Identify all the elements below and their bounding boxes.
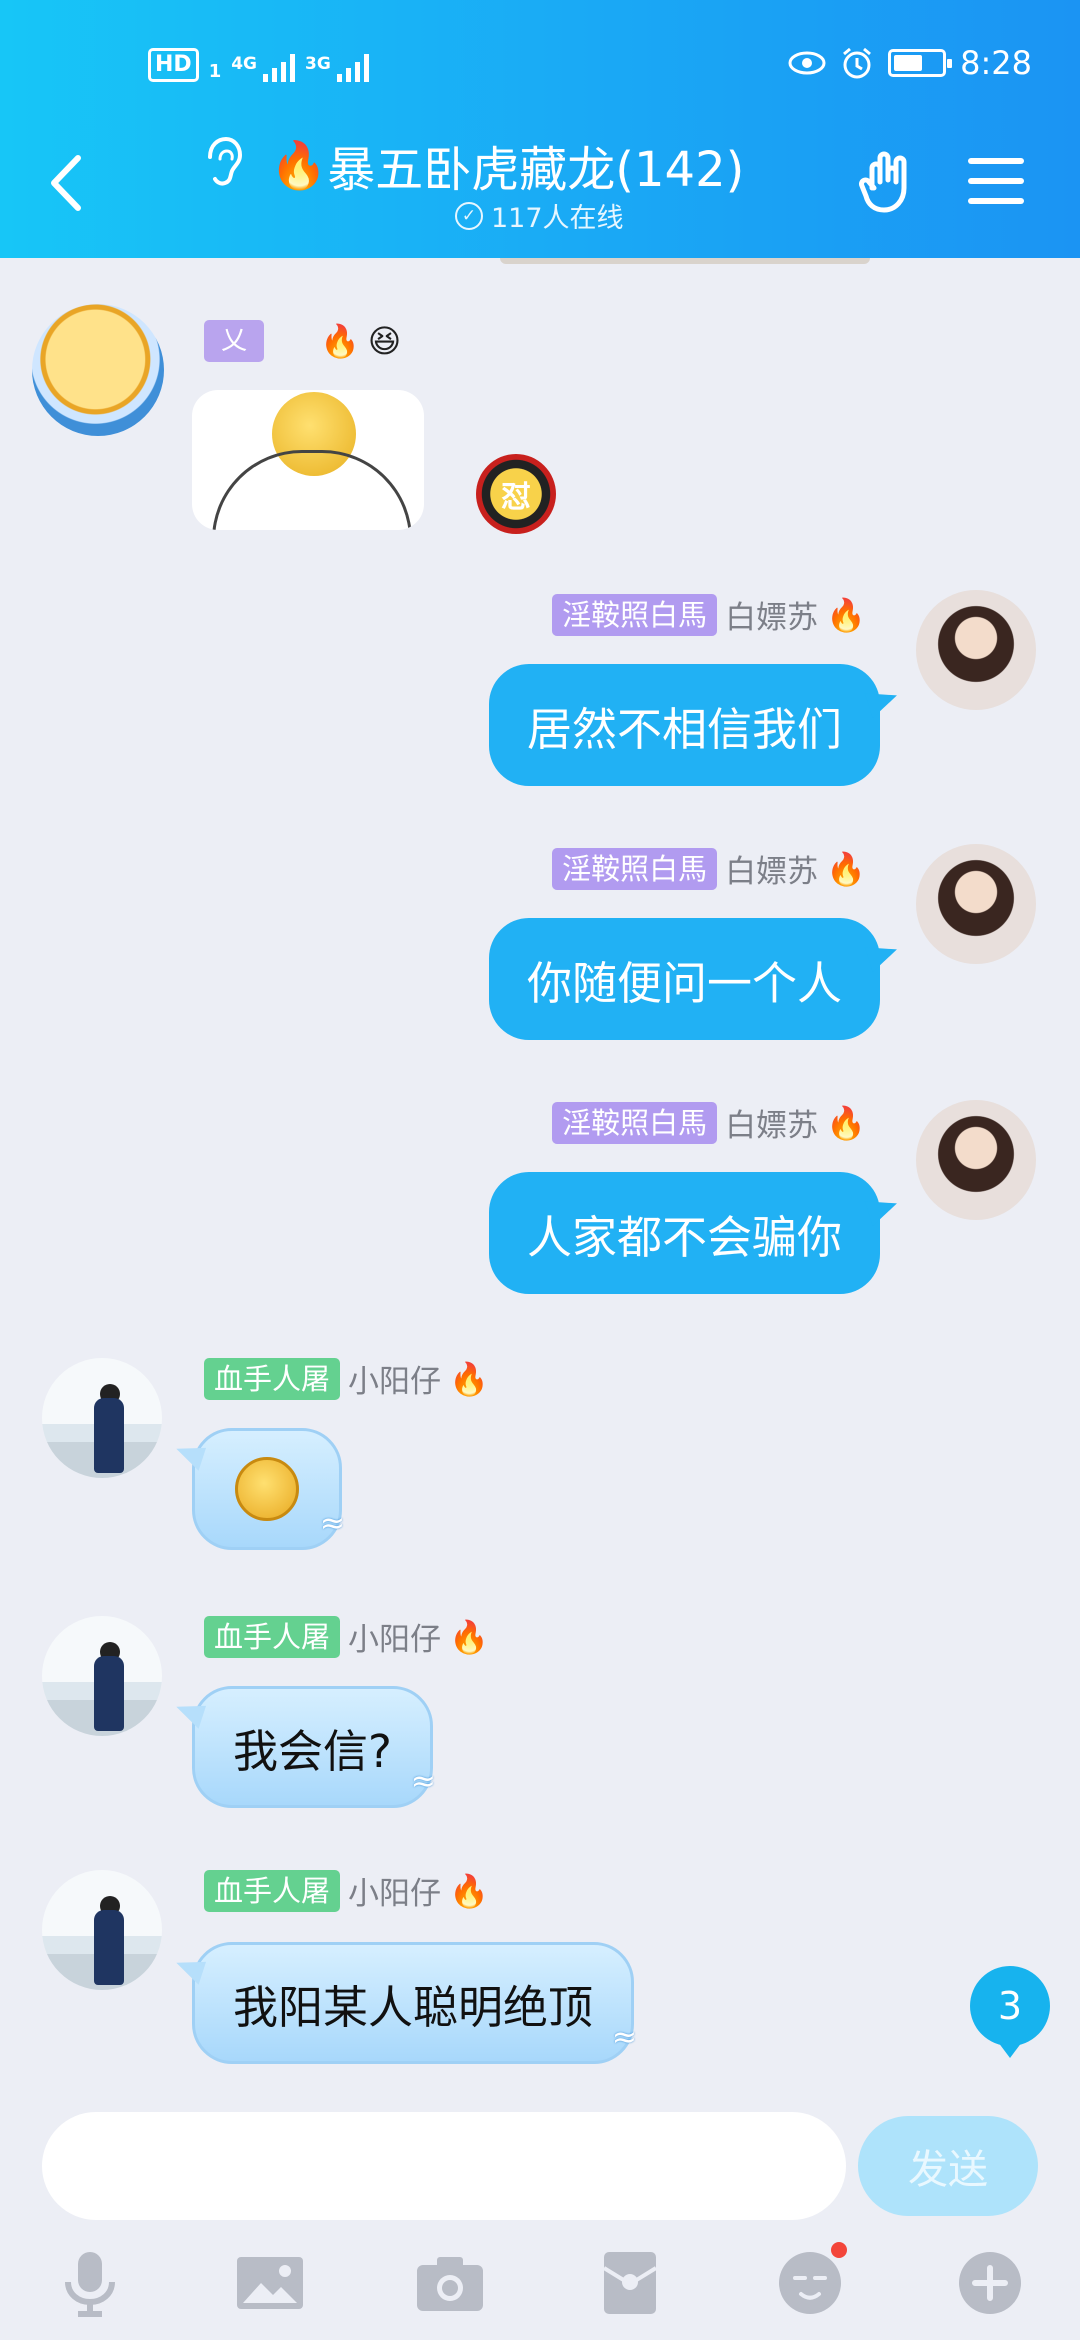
message-bubble[interactable]: 我会信? ≈ — [192, 1686, 436, 1808]
chat-messages[interactable]: 乂 🔥 😆 怼 淫鞍照白馬 白嫖苏 🔥 居然不相信我们 淫鞍照白馬 白嫖苏 🔥 … — [0, 258, 1080, 2098]
member-title-badge: 淫鞍照白馬 — [552, 847, 718, 890]
online-status[interactable]: ✓ 117人在线 — [455, 196, 624, 235]
message-bubble[interactable]: 居然不相信我们 — [488, 664, 880, 786]
fire-icon: 🔥 — [449, 1617, 489, 1656]
message-header: 血手人屠 小阳仔 🔥 — [204, 1614, 489, 1659]
message-header: 淫鞍照白馬 白嫖苏 🔥 — [552, 592, 866, 637]
wave-decoration-icon: ≈ — [319, 1506, 345, 1541]
fire-icon: 🔥 — [826, 595, 866, 634]
signal-3g-icon: 3G — [305, 54, 369, 82]
group-title[interactable]: 🔥 暴五卧虎藏龙(142) — [270, 130, 744, 200]
avatar[interactable] — [32, 304, 164, 436]
nickname: 白嫖苏 — [725, 600, 819, 636]
nickname: 白嫖苏 — [725, 854, 819, 890]
check-circle-icon: ✓ — [455, 201, 483, 230]
avatar[interactable] — [916, 590, 1036, 710]
message-header: 血手人屠 小阳仔 🔥 — [204, 1868, 489, 1913]
fire-icon: 🔥 — [320, 322, 360, 360]
avatar[interactable] — [42, 1358, 162, 1478]
nickname: 白嫖苏 — [725, 1108, 819, 1144]
mic-icon — [65, 2252, 115, 2317]
member-title-badge: 血手人屠 — [204, 1869, 341, 1912]
emoji-button[interactable] — [775, 2242, 847, 2318]
hd-indicator: HD — [148, 48, 199, 82]
message-header: 淫鞍照白馬 白嫖苏 🔥 — [552, 846, 866, 891]
message-bubble[interactable]: 你随便问一个人 — [488, 918, 880, 1040]
nickname: 小阳仔 — [348, 1364, 442, 1400]
notification-dot — [831, 2242, 847, 2258]
sim-indicator: 1 — [208, 61, 222, 82]
avatar[interactable] — [916, 1100, 1036, 1220]
nickname: 小阳仔 — [348, 1622, 442, 1658]
menu-button[interactable] — [968, 158, 1024, 204]
member-title-badge: 血手人屠 — [204, 1357, 341, 1400]
avatar[interactable] — [916, 844, 1036, 964]
fire-icon: 🔥 — [270, 137, 328, 192]
online-count: 117人在线 — [491, 203, 624, 234]
member-title-badge: 血手人屠 — [204, 1615, 341, 1658]
message-bubble[interactable]: 我阳某人聪明绝顶 ≈ — [192, 1942, 638, 2064]
eye-icon — [788, 51, 826, 75]
plus-icon — [959, 2252, 1021, 2314]
fire-icon: 🔥 — [826, 849, 866, 888]
message-header: 淫鞍照白馬 白嫖苏 🔥 — [552, 1100, 866, 1145]
member-title-badge: 淫鞍照白馬 — [552, 593, 718, 636]
member-title-badge: 乂 — [204, 320, 264, 362]
message-text: 我会信? — [233, 1724, 392, 1778]
alarm-icon — [843, 47, 872, 79]
avatar[interactable] — [42, 1616, 162, 1736]
chevron-left-icon — [51, 154, 81, 211]
status-bar: HD 1 4G 3G 8:28 — [0, 0, 1080, 132]
camera-button[interactable] — [415, 2248, 485, 2318]
message-item: 乂 🔥 😆 怼 — [0, 258, 1080, 558]
fire-icon: 🔥 — [449, 1359, 489, 1398]
message-header: 乂 🔥 😆 — [204, 320, 401, 362]
fire-icon: 🔥 — [826, 1103, 866, 1142]
wave-decoration-icon: ≈ — [611, 2020, 638, 2055]
composer-toolbar — [0, 2238, 1080, 2338]
camera-icon — [417, 2257, 483, 2311]
member-title-badge: 淫鞍照白馬 — [552, 1101, 718, 1144]
image-button[interactable] — [235, 2248, 305, 2318]
ear-icon[interactable] — [200, 135, 246, 195]
nickname: 小阳仔 — [348, 1876, 442, 1912]
image-icon — [237, 2257, 303, 2309]
net-label-3g: 3G — [305, 54, 331, 74]
net-label-4g: 4G — [231, 54, 258, 74]
page-title: 暴五卧虎藏龙(142) — [327, 142, 745, 198]
message-bubble[interactable]: 人家都不会骗你 — [488, 1172, 880, 1294]
more-button[interactable] — [955, 2248, 1025, 2318]
avatar[interactable] — [42, 1870, 162, 1990]
emoji-icon — [779, 2252, 841, 2314]
composer: 发送 — [0, 2098, 1080, 2340]
send-button[interactable]: 发送 — [858, 2116, 1038, 2216]
smirk-emoji-icon — [235, 1457, 299, 1521]
fire-icon: 🔥 — [449, 1871, 489, 1910]
wave-decoration-icon: ≈ — [410, 1764, 436, 1799]
unread-count-badge[interactable]: 3 — [970, 1966, 1050, 2058]
sticker-image[interactable] — [192, 390, 424, 530]
battery-icon — [888, 49, 953, 77]
smile-badge-icon: 😆 — [367, 322, 402, 360]
back-button[interactable] — [36, 145, 96, 220]
message-bubble[interactable]: ≈ — [192, 1428, 345, 1550]
mic-button[interactable] — [55, 2248, 125, 2318]
angry-badge-icon: 怼 — [476, 454, 556, 534]
message-input[interactable] — [42, 2112, 846, 2220]
clock: 8:28 — [960, 44, 1032, 82]
red-packet-icon — [602, 2252, 658, 2314]
message-text: 我阳某人聪明绝顶 — [233, 1980, 594, 2034]
red-packet-button[interactable] — [595, 2248, 665, 2318]
signal-4g-icon: 4G — [231, 54, 296, 82]
chat-header: HD 1 4G 3G 8:28 🔥 暴五卧虎藏龙(142) ✓ 117人在线 — [0, 0, 1080, 258]
message-header: 血手人屠 小阳仔 🔥 — [204, 1356, 489, 1401]
hand-gesture-icon[interactable] — [858, 148, 922, 216]
sticker-body — [212, 450, 412, 530]
